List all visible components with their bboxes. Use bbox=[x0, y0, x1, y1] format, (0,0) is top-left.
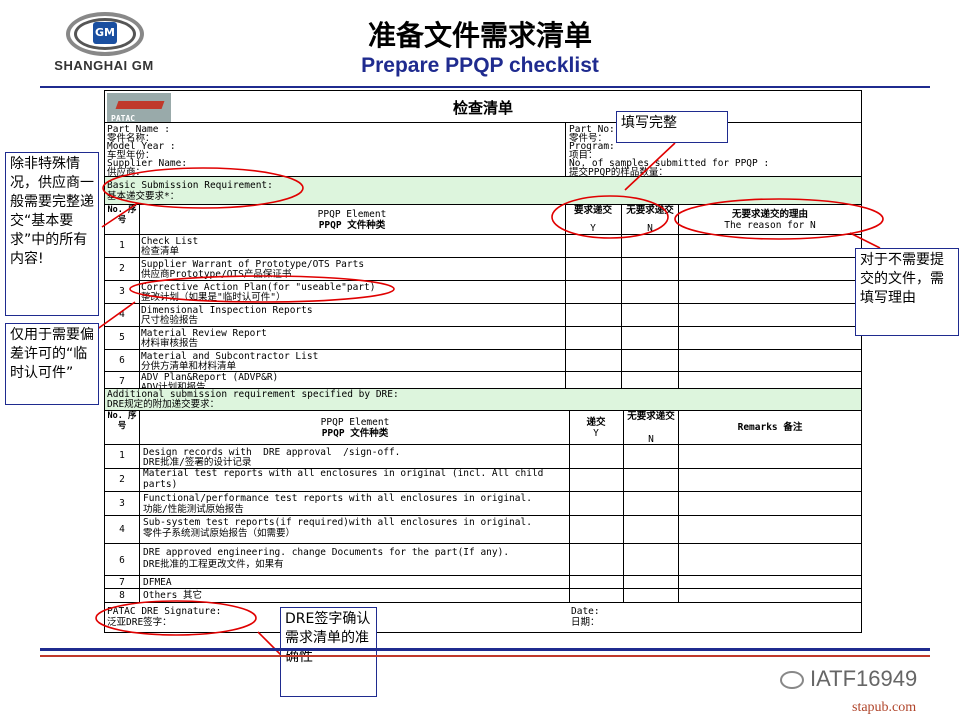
watermark-text: IATF16949 bbox=[810, 666, 918, 691]
callout-dre-sign: DRE签字确认需求清单的准确性 bbox=[280, 607, 377, 697]
arrow-basic bbox=[101, 202, 139, 228]
arrow-reason bbox=[849, 232, 881, 249]
arrow-signature bbox=[257, 631, 283, 657]
corrective-plan-ellipse bbox=[129, 275, 395, 303]
callout-basic-requirement: 除非特殊情况，供应商一般需要完整递交“基本要求”中的所有内容! bbox=[5, 152, 99, 316]
footer-divider-red bbox=[40, 655, 930, 657]
wechat-icon bbox=[780, 671, 804, 690]
y-n-ellipse bbox=[551, 195, 669, 239]
site-url[interactable]: stapub.com bbox=[852, 700, 916, 716]
basic-requirement-ellipse bbox=[102, 167, 304, 209]
callout-reason-note: 对于不需要提交的文件，需填写理由 bbox=[855, 248, 959, 336]
callout-deviation: 仅用于需要偏差许可的“临时认可件” bbox=[5, 323, 99, 405]
signature-ellipse bbox=[95, 600, 257, 636]
arrow-deviation bbox=[95, 301, 136, 331]
annotation-layer bbox=[95, 142, 884, 657]
watermark: IATF16949 bbox=[780, 666, 917, 692]
reason-ellipse bbox=[674, 198, 884, 240]
arrow-fill bbox=[624, 142, 676, 191]
callout-fill-complete: 填写完整 bbox=[616, 111, 728, 143]
footer-divider-blue bbox=[40, 648, 930, 651]
